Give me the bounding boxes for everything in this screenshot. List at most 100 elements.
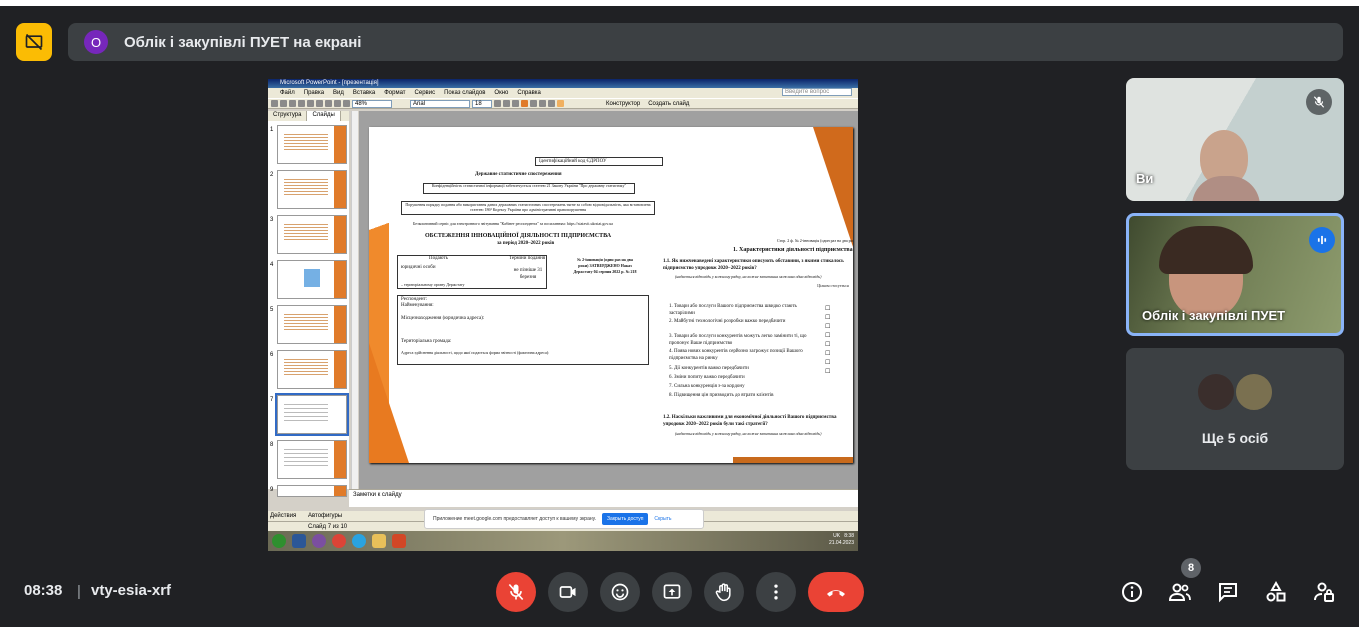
meeting-details-button[interactable] <box>1118 578 1146 606</box>
slide-number: 3 <box>270 217 274 223</box>
ppt-toolbar: 48% Arial 18 Конструктор Создать слайд <box>268 98 858 109</box>
screen-share-notice: Приложение meet.google.com предоставляет… <box>424 509 704 529</box>
windows-taskbar: UK 8:38 21.04.2023 <box>268 531 858 551</box>
ppt-tab-outline: Структура <box>268 111 308 121</box>
doc-item: 2. Майбутні технологічні розробки важко … <box>669 319 786 324</box>
slide-number: 8 <box>270 442 274 448</box>
ppt-notes-pane: Заметки к слайду <box>349 489 858 507</box>
font-color-icon <box>557 100 564 107</box>
doc-deadline-value: не пізніше 31 березня <box>513 268 543 280</box>
present-screen-icon <box>663 584 681 599</box>
slide-number: 4 <box>270 262 274 268</box>
slide-number: 2 <box>270 172 274 178</box>
participant-tile-self[interactable]: Ви <box>1126 78 1344 201</box>
chrome-icon <box>332 534 346 548</box>
table-icon <box>343 100 350 107</box>
doc-name-field: Найменування: <box>401 303 434 308</box>
camera-toggle-button[interactable] <box>548 572 588 612</box>
doc-territory-field: Територіальна громада: <box>401 339 452 344</box>
slide-thumbnail <box>277 440 347 479</box>
ppt-font-box: Arial <box>410 99 470 108</box>
participant-tile-speaking[interactable]: Облік і закупівлі ПУЕТ <box>1126 213 1344 336</box>
slide-number: 7 <box>270 397 274 403</box>
present-screen-button[interactable] <box>652 572 692 612</box>
hide-notice-link: Скрыть <box>654 516 672 522</box>
ppt-font-size-box: 18 <box>472 99 492 108</box>
ppt-draw-actions: Действия <box>270 513 297 519</box>
tray-date: 21.04.2023 <box>828 540 854 546</box>
ppt-tab-slides: Слайды <box>307 111 341 121</box>
raise-hand-button[interactable] <box>704 572 744 612</box>
hang-up-icon <box>827 590 845 597</box>
host-controls-button[interactable] <box>1310 578 1338 606</box>
doc-confidentiality: Конфіденційність статистичної інформації… <box>431 183 627 188</box>
paste-icon <box>325 100 332 107</box>
shared-screen: Microsoft PowerPoint - [презентація] Фай… <box>268 79 858 551</box>
current-slide: Ідентифікаційний код ЄДРПОУ Державне ста… <box>369 127 853 463</box>
slide-thumbnail-selected <box>275 393 349 436</box>
bullets-icon <box>548 100 555 107</box>
slide-thumbnail <box>277 260 347 299</box>
doc-violation-notice: Порушення порядку подання або використан… <box>405 202 651 212</box>
doc-period: за період 2020–2022 років <box>497 241 555 246</box>
undo-icon <box>334 100 341 107</box>
people-button[interactable] <box>1166 578 1194 606</box>
ppt-slide-panel: Структура Слайды 1 2 3 4 5 6 7 8 9 <box>268 111 349 497</box>
camera-icon <box>559 586 576 598</box>
doc-location-field: Місцезнаходження (юридична адреса): <box>401 316 485 321</box>
mic-toggle-button[interactable] <box>496 572 536 612</box>
ppt-menu-item: Правка <box>303 90 325 96</box>
doc-deadline-header: Терміни подання <box>509 256 546 261</box>
presentation-toggle-button[interactable] <box>16 23 52 61</box>
speaking-indicator-icon <box>1309 227 1335 253</box>
copy-icon <box>316 100 323 107</box>
info-icon <box>1122 582 1142 602</box>
ppt-slide-area: Ідентифікаційний код ЄДРПОУ Державне ста… <box>359 111 858 489</box>
doc-item: 6. Зміни попиту важко передбачити <box>669 375 745 380</box>
folder-icon <box>372 534 386 548</box>
mic-off-icon <box>508 583 524 601</box>
ppt-title-bar: Microsoft PowerPoint - [презентація] <box>268 79 858 88</box>
ppt-menu-item: Показ слайдов <box>444 90 486 96</box>
ppt-autoshapes: Автофигуры <box>307 513 343 519</box>
emoji-icon <box>611 583 629 601</box>
open-file-icon <box>280 100 287 107</box>
doc-question-1-1-hint: (надається відповідь у кожному рядку, на… <box>675 274 822 279</box>
doc-column-header: Цілком стосується <box>817 283 849 288</box>
doc-question-1-1: 1.1. Як нижченаведені характеристики опи… <box>663 259 844 271</box>
ppt-help-search: Введите вопрос <box>782 88 852 96</box>
doc-item: 3. Товари або послуги конкурентів можуть… <box>669 334 807 346</box>
ppt-menu-item: Вставка <box>352 90 376 96</box>
ppt-panel-tabs: Структура Слайды <box>268 111 349 121</box>
more-options-button[interactable] <box>756 572 796 612</box>
viber-icon <box>312 534 326 548</box>
activities-icon <box>1266 580 1286 602</box>
hand-icon <box>715 583 731 602</box>
chat-button[interactable] <box>1214 578 1242 606</box>
meeting-code: vty-esia-xrf <box>91 582 172 599</box>
leave-call-button[interactable] <box>808 572 864 612</box>
participant-avatar <box>1234 372 1274 412</box>
footer-separator: | <box>77 583 81 600</box>
powerpoint-icon <box>392 534 406 548</box>
ppt-menu-item: Справка <box>517 90 541 96</box>
more-participants-tile[interactable]: Ще 5 осіб <box>1126 348 1344 470</box>
slide-thumbnail <box>277 350 347 389</box>
reactions-button[interactable] <box>600 572 640 612</box>
ppt-panel-scrollbar <box>351 111 358 489</box>
slide-number: 6 <box>270 352 274 358</box>
align-left-icon <box>521 100 528 107</box>
participant-name: Облік і закупівлі ПУЕТ <box>1142 308 1286 323</box>
doc-item: 1. Товари або послуги Вашого підприємств… <box>669 304 797 316</box>
align-right-icon <box>539 100 546 107</box>
more-participants-label: Ще 5 осіб <box>1201 430 1269 446</box>
underline-icon <box>512 100 519 107</box>
people-count-badge: 8 <box>1181 558 1201 578</box>
doc-id-code: Ідентифікаційний код ЄДРПОУ <box>539 159 607 164</box>
doc-item: 4. Поява нових конкурентів серйозно загр… <box>669 349 803 361</box>
slide-thumbnail <box>277 170 347 209</box>
doc-question-1-2: 1.2. Наскільки важливими для економічної… <box>663 415 837 427</box>
activities-button[interactable] <box>1262 578 1290 606</box>
slide-thumbnail <box>277 485 347 497</box>
word-icon <box>292 534 306 548</box>
